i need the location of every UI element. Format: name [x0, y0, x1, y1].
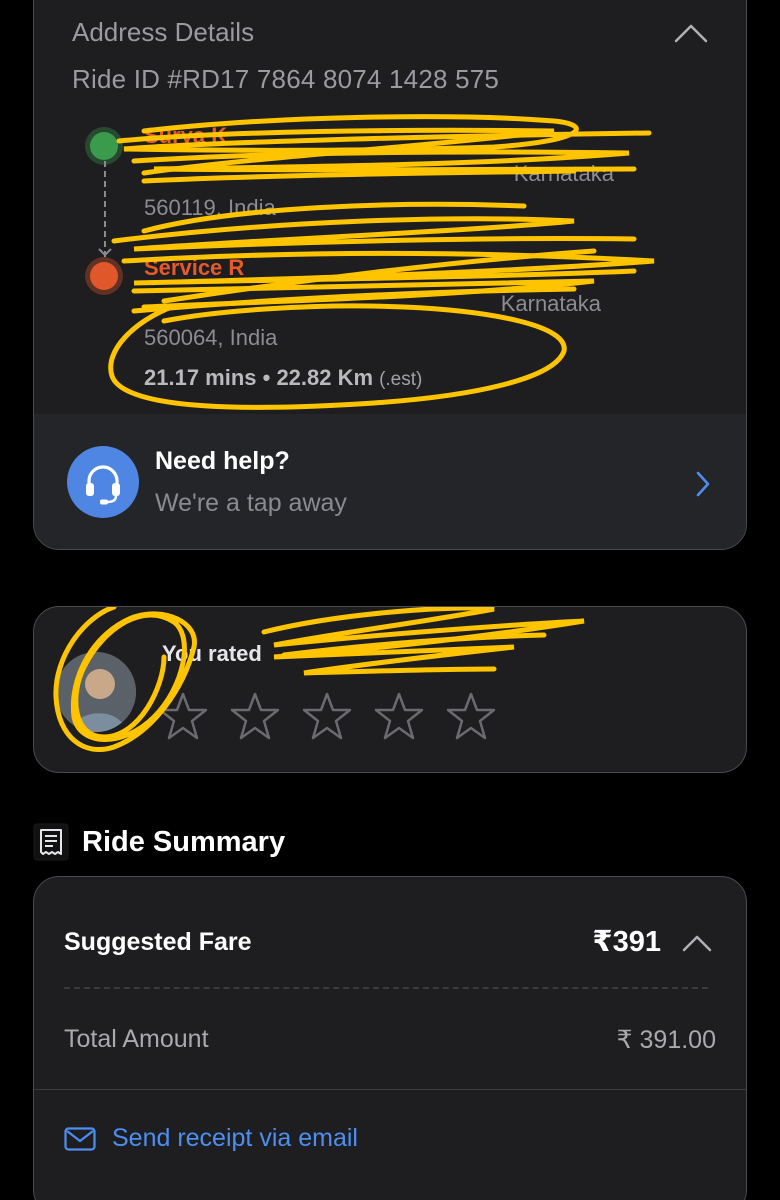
trip-eta-distance: 21.17 mins • 22.82 Km (.est) — [144, 365, 422, 391]
total-amount-label: Total Amount — [64, 1025, 209, 1053]
rating-label: You rated — [162, 641, 262, 666]
suggested-fare-label: Suggested Fare — [64, 928, 252, 956]
dashed-divider — [64, 987, 708, 989]
drop-name: Service R — [144, 255, 245, 280]
drop-marker-icon — [90, 262, 118, 290]
rating-stars[interactable] — [158, 692, 496, 740]
address-details-title: Address Details — [72, 17, 255, 47]
pickup-address-line1: Karnataka — [513, 161, 614, 186]
star-icon[interactable] — [158, 692, 208, 740]
drop-address: Karnataka 560064, India — [144, 287, 614, 355]
mail-icon[interactable] — [64, 1127, 96, 1151]
need-help-subtitle: We're a tap away — [155, 489, 347, 517]
total-amount-value: ₹ 391.00 — [616, 1026, 716, 1054]
chevron-up-icon[interactable] — [674, 23, 708, 43]
address-details-card: Address Details Ride ID #RD17 7864 8074 … — [33, 0, 747, 550]
chevron-up-icon[interactable] — [682, 934, 712, 952]
chevron-right-icon[interactable] — [696, 471, 710, 497]
eta-text: 21.17 mins • 22.82 Km — [144, 365, 374, 390]
eta-suffix: (.est) — [379, 369, 423, 390]
need-help-title: Need help? — [155, 447, 290, 475]
drop-address-line1: Karnataka — [500, 291, 601, 316]
ride-summary-title: Ride Summary — [82, 825, 286, 858]
driver-rating-card: You rated — [33, 606, 747, 773]
ride-summary-header: Ride Summary — [33, 822, 285, 862]
drop-address-line2: 560064, India — [144, 325, 278, 350]
route-arrow-icon — [98, 248, 112, 257]
pickup-address: Karnataka 560119, India — [144, 157, 614, 225]
star-icon[interactable] — [374, 692, 424, 740]
pickup-marker-icon — [90, 132, 118, 160]
star-icon[interactable] — [230, 692, 280, 740]
star-icon[interactable] — [446, 692, 496, 740]
route-connector — [104, 161, 106, 257]
send-receipt-link[interactable]: Send receipt via email — [112, 1124, 358, 1153]
suggested-fare-value: ₹391 — [592, 926, 661, 958]
driver-avatar — [56, 652, 136, 732]
need-help-row[interactable]: Need help? We're a tap away — [34, 414, 746, 549]
pickup-address-line2: 560119, India — [144, 195, 276, 220]
receipt-icon — [33, 823, 69, 861]
pickup-name: Surya K — [144, 123, 228, 148]
divider — [34, 1089, 746, 1090]
ride-id: Ride ID #RD17 7864 8074 1428 575 — [72, 64, 500, 94]
headset-icon — [67, 446, 139, 518]
fare-card: Suggested Fare ₹391 Total Amount ₹ 391.0… — [33, 876, 747, 1200]
star-icon[interactable] — [302, 692, 352, 740]
